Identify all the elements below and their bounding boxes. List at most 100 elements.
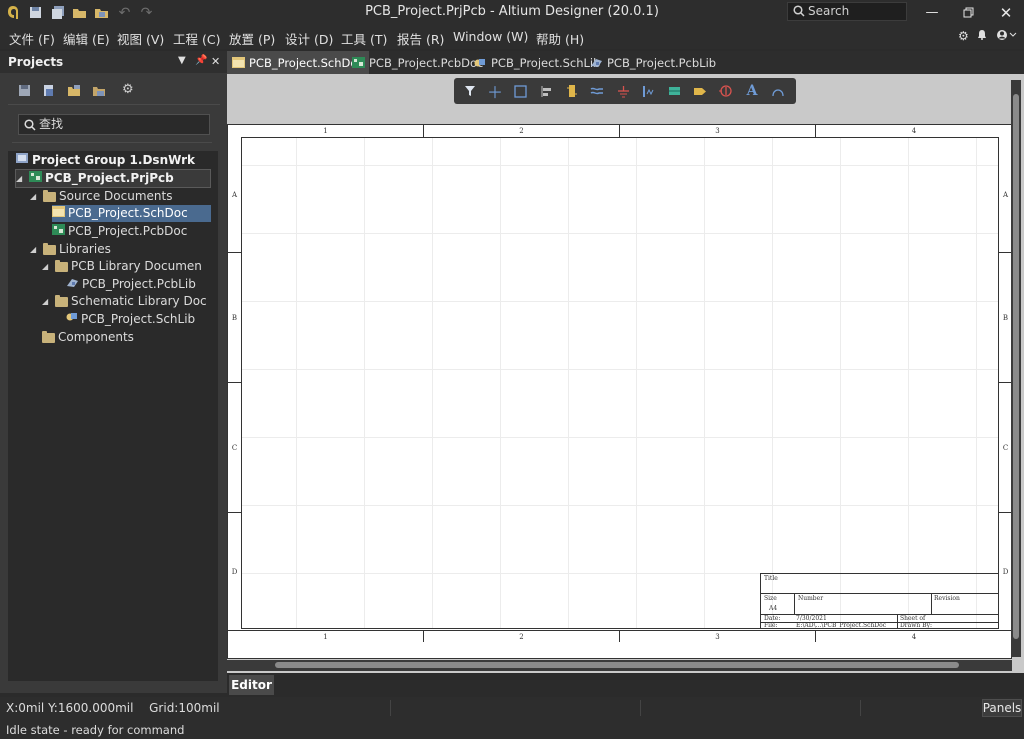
zone-column-2-top: 2 — [424, 125, 620, 137]
tree-item-pcbdoc[interactable]: PCB_Project.PcbDoc — [52, 223, 187, 240]
place-arc-icon[interactable] — [770, 83, 786, 99]
panel-settings-gear-icon[interactable]: ⚙ — [122, 82, 136, 97]
notifications-bell-icon[interactable] — [977, 29, 987, 43]
menu-help[interactable]: 帮助 (H) — [536, 29, 584, 48]
grid-line — [432, 138, 433, 628]
place-text-icon[interactable]: A — [744, 83, 760, 99]
expand-arrow-icon[interactable]: ◢ — [42, 293, 52, 310]
sheet-of-label: Sheet of — [900, 615, 926, 622]
title-block-line — [931, 593, 932, 614]
schematic-sheet[interactable]: 1 2 3 4 1 2 3 4 A B C D A B C D Title Si… — [227, 124, 1012, 659]
zone-column-3-bottom: 3 — [620, 630, 816, 642]
zone-column-1-bottom: 1 — [228, 630, 424, 642]
no-erc-directive-icon[interactable] — [718, 83, 734, 99]
pcb-library-icon — [590, 57, 603, 68]
panels-button[interactable]: Panels — [982, 699, 1022, 717]
revision-label: Revision — [934, 595, 960, 602]
expand-arrow-icon[interactable]: ◢ — [30, 241, 40, 258]
schematic-library-icon — [66, 311, 78, 328]
tree-item-components[interactable]: Components — [42, 329, 134, 346]
tree-item-label: Components — [58, 330, 134, 344]
status-separator — [860, 700, 861, 716]
projects-search-input[interactable]: 查找 — [18, 114, 210, 135]
tree-item-libraries[interactable]: ◢ Libraries — [30, 241, 111, 258]
tree-item-schdoc[interactable]: PCB_Project.SchDoc — [52, 205, 211, 222]
panel-menu-dropdown-icon[interactable]: ▼ — [178, 55, 186, 66]
expand-arrow-icon[interactable]: ◢ — [30, 188, 40, 205]
filter-icon[interactable] — [462, 83, 478, 99]
power-port-gnd-icon[interactable] — [615, 83, 631, 99]
vertical-scrollbar[interactable] — [1011, 80, 1021, 657]
folder-icon — [43, 242, 56, 255]
status-separator — [390, 700, 391, 716]
tree-item-source-documents[interactable]: ◢ Source Documents — [30, 188, 172, 205]
editor-tab[interactable]: Editor — [229, 675, 274, 695]
place-sheet-symbol-icon[interactable] — [666, 83, 682, 99]
place-wire-icon[interactable] — [589, 83, 605, 99]
title-bar: ↶ ↷ PCB_Project.PrjPcb - Altium Designer… — [0, 0, 1024, 25]
tab-label: PCB_Project.SchLib — [491, 55, 601, 70]
tree-item-pcblib[interactable]: PCB_Project.PcbLib — [66, 276, 196, 293]
schematic-editor-workspace[interactable]: ＋ A 1 2 3 4 1 2 3 4 A B C D A B C D Titl… — [227, 74, 1024, 673]
open-project-folder-icon[interactable] — [92, 84, 106, 98]
zone-column-4-bottom: 4 — [816, 630, 1012, 642]
search-icon — [24, 118, 36, 137]
zone-row-d-left: D — [231, 567, 238, 576]
place-port-icon[interactable] — [692, 83, 708, 99]
tree-item-schlib[interactable]: PCB_Project.SchLib — [66, 311, 195, 328]
expand-arrow-icon[interactable]: ◢ — [16, 170, 26, 187]
user-account-icon[interactable] — [996, 29, 1018, 44]
number-label: Number — [798, 595, 824, 602]
zone-row-b-left: B — [228, 253, 241, 383]
place-bus-entry-icon[interactable] — [641, 83, 657, 99]
projects-search-placeholder: 查找 — [39, 117, 64, 131]
status-state: Idle state - ready for command — [6, 723, 185, 737]
tree-item-project-group[interactable]: Project Group 1.DsnWrk — [16, 152, 195, 169]
date-value: 7/30/2021 — [796, 615, 827, 622]
tab-pcbdoc[interactable]: PCB_Project.PcbDoc — [347, 51, 488, 74]
expand-arrow-icon[interactable]: ◢ — [42, 258, 52, 275]
horizontal-scrollbar[interactable] — [227, 660, 1012, 671]
align-icon[interactable] — [538, 83, 554, 99]
tree-item-label: PCB Library Documen — [71, 259, 202, 273]
tree-item-label: Schematic Library Doc — [71, 294, 207, 308]
sheet-drawing-area[interactable]: Title Size A4 Number Revision Date: 7/30… — [241, 137, 999, 629]
tree-item-label: PCB_Project.SchDoc — [68, 206, 188, 220]
grid-line — [704, 138, 705, 628]
menu-project[interactable]: 工程 (C) — [173, 29, 220, 48]
project-options-icon[interactable] — [67, 84, 81, 98]
title-block-line — [794, 593, 795, 614]
menu-view[interactable]: 视图 (V) — [117, 29, 164, 48]
minimize-button[interactable]: — — [914, 0, 950, 25]
cross-probe-move-icon[interactable]: ＋ — [487, 83, 503, 102]
menu-reports[interactable]: 报告 (R) — [397, 29, 444, 48]
size-value: A4 — [769, 605, 778, 612]
menu-file[interactable]: 文件 (F) — [9, 29, 55, 48]
tree-item-schematic-library-documents[interactable]: ◢ Schematic Library Doc — [42, 293, 207, 310]
tree-item-pcb-library-documents[interactable]: ◢ PCB Library Documen — [42, 258, 202, 275]
menu-edit[interactable]: 编辑 (E) — [63, 29, 110, 48]
tab-pcblib[interactable]: PCB_Project.PcbLib — [585, 51, 721, 74]
vertical-scroll-thumb[interactable] — [1013, 94, 1019, 639]
menu-tools[interactable]: 工具 (T) — [341, 29, 387, 48]
tree-item-pcb-project[interactable]: ◢ PCB_Project.PrjPcb — [15, 169, 211, 188]
compile-document-icon[interactable] — [42, 84, 56, 98]
status-coordinates: X:0mil Y:1600.000mil — [6, 701, 134, 715]
pin-icon[interactable]: 📌 — [195, 55, 207, 66]
file-label: File: — [764, 622, 778, 629]
menu-window[interactable]: Window (W) — [453, 29, 528, 44]
place-component-icon[interactable] — [564, 83, 580, 99]
menu-place[interactable]: 放置 (P) — [229, 29, 275, 48]
title-label: Title — [764, 575, 778, 582]
horizontal-scroll-thumb[interactable] — [275, 662, 959, 668]
select-area-icon[interactable] — [512, 83, 528, 99]
save-document-icon[interactable] — [18, 84, 32, 98]
menu-design[interactable]: 设计 (D) — [285, 29, 333, 48]
active-bar-toolbar: ＋ A — [454, 78, 796, 104]
panel-close-icon[interactable]: ✕ — [211, 55, 220, 68]
restore-button[interactable] — [950, 0, 986, 25]
settings-gear-icon[interactable]: ⚙ — [958, 29, 969, 43]
global-search-input[interactable]: Search — [787, 2, 907, 21]
close-button[interactable]: ✕ — [988, 0, 1024, 25]
grid-line — [568, 138, 569, 628]
